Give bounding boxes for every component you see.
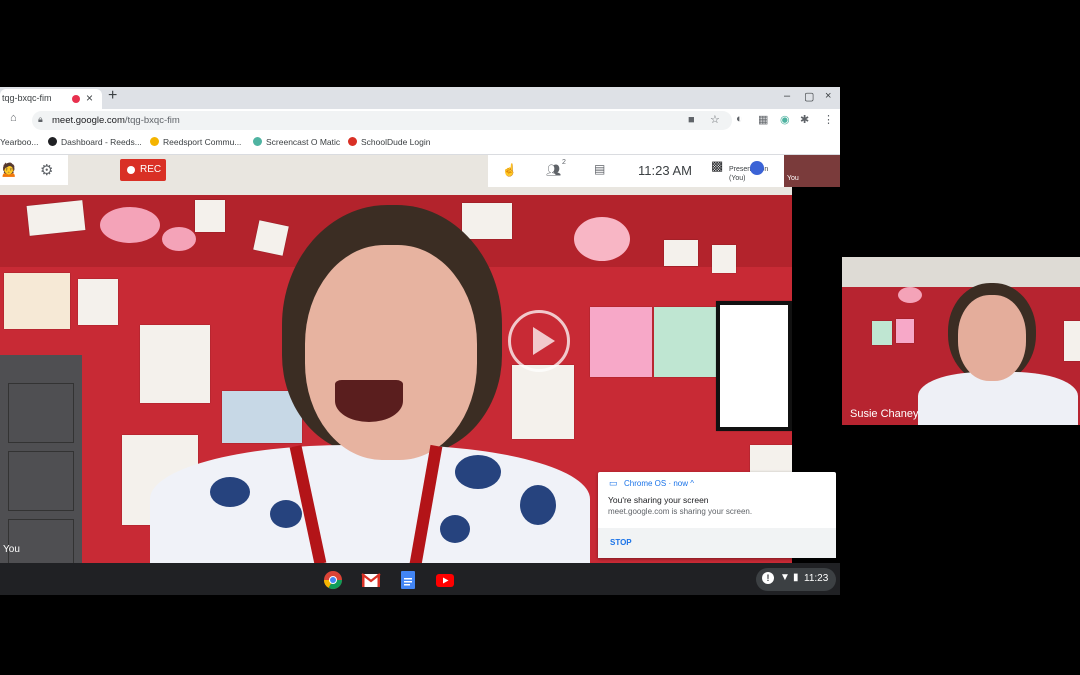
card-decoration (712, 245, 736, 273)
participant-face (958, 295, 1026, 381)
system-clock: 11:23 (804, 573, 829, 584)
grid-extension-icon[interactable]: ▦ (758, 113, 768, 126)
status-tray[interactable]: ! ▼ ▮ 11:23 (756, 568, 836, 591)
presenter-face (305, 245, 477, 460)
avatar (750, 161, 764, 175)
address-bar[interactable]: 🔒︎ meet.google.com/tqg-bxqc-fim ■ ☆ (32, 111, 732, 130)
bookmark-favicon-icon (150, 137, 159, 146)
card-decoration (26, 200, 86, 236)
chrome-icon[interactable] (323, 570, 343, 590)
tab-meet[interactable]: tqg-bxqc-fim × (0, 89, 102, 109)
new-tab-button[interactable]: + (108, 87, 117, 105)
participant-name: Susie Chaney (850, 408, 919, 420)
play-button[interactable] (508, 310, 570, 372)
extensions-puzzle-icon[interactable]: ✱ (800, 113, 809, 126)
bookmark-favicon-icon (348, 137, 357, 146)
heart-decoration (100, 207, 160, 243)
bookmark-item[interactable]: Dashboard - Reeds... (48, 137, 142, 147)
recording-indicator-icon (72, 95, 80, 103)
meet-left-controls: 🙍 ⚙ (0, 155, 68, 185)
screencast-extension-icon[interactable]: ◉ (780, 113, 790, 126)
camera-icon[interactable]: ■ (688, 114, 695, 126)
record-button[interactable]: REC (120, 159, 166, 181)
person-icon[interactable]: 🙍 (0, 161, 17, 178)
poster-decoration (716, 301, 792, 431)
bookmark-favicon-icon (253, 137, 262, 146)
menu-kebab-icon[interactable]: ⋮ (823, 113, 834, 126)
poster-decoration (512, 365, 574, 439)
participants-count: 2 (562, 159, 566, 166)
home-icon[interactable]: ⌂ (10, 112, 17, 124)
classroom-ceiling (842, 257, 1080, 287)
people-icon[interactable]: 👥︎ (546, 163, 561, 177)
card-decoration (462, 203, 512, 239)
stop-sharing-button[interactable]: STOP (610, 538, 632, 547)
filing-cabinet (0, 355, 82, 563)
notification-app: Chrome OS · now ^ (624, 479, 694, 488)
gmail-icon[interactable] (361, 570, 381, 590)
bookmarks-bar: Yearboo... Dashboard - Reeds... Reedspor… (0, 132, 840, 155)
screen-share-notification: ▭ Chrome OS · now ^ You're sharing your … (598, 472, 836, 558)
bookmark-favicon-icon (48, 137, 57, 146)
poster-decoration (4, 273, 70, 329)
self-video-label: You (3, 544, 20, 555)
poster-decoration (140, 325, 210, 403)
mini-tile-label: You (787, 175, 799, 182)
minimize-button[interactable]: – (784, 90, 790, 102)
extension-icon[interactable]: ◐ (736, 113, 743, 125)
maximize-button[interactable]: ▢ (804, 90, 814, 103)
record-dot-icon (127, 166, 135, 174)
qr-grid-icon[interactable]: ▩ (711, 158, 723, 174)
notification-body: meet.google.com is sharing your screen. (608, 507, 753, 516)
bookmark-item[interactable]: Reedsport Commu... (150, 137, 241, 147)
hand-icon[interactable]: ☝ (502, 163, 517, 177)
battery-icon: ▮ (793, 572, 799, 583)
url-path: /tqg-bxqc-fim (124, 115, 180, 126)
heart-decoration (162, 227, 196, 251)
presenter-mouth (335, 380, 403, 422)
self-mini-tile[interactable]: You (784, 155, 840, 187)
play-icon (533, 327, 555, 355)
bookmark-item[interactable]: Yearboo... (0, 137, 38, 147)
tab-title: tqg-bxqc-fim (2, 93, 52, 103)
bookmark-item[interactable]: Screencast O Matic (253, 137, 340, 147)
cast-icon: ▭ (609, 478, 618, 488)
poster-decoration (78, 279, 118, 325)
chat-icon[interactable]: ▤ (594, 162, 605, 176)
poster-decoration (750, 445, 792, 473)
heart-decoration (574, 217, 630, 261)
participant-tile[interactable]: Susie Chaney (842, 257, 1080, 425)
close-tab-button[interactable]: × (86, 91, 93, 105)
docs-icon[interactable] (398, 570, 418, 590)
bookmark-star-icon[interactable]: ☆ (710, 113, 720, 126)
record-label: REC (140, 164, 162, 175)
meet-clock: 11:23 AM (638, 163, 692, 178)
card-decoration (253, 220, 289, 256)
meet-right-controls: ☝ 👥︎ 2 ▤ 11:23 AM ▩ Presentation (You) (488, 155, 784, 187)
notification-actions: STOP (598, 528, 836, 558)
wifi-icon: ▼ (780, 572, 790, 583)
lock-icon: 🔒︎ (38, 114, 43, 124)
tab-strip: tqg-bxqc-fim × + – ▢ × (0, 87, 840, 109)
card-decoration (195, 200, 225, 232)
poster-decoration (590, 307, 652, 377)
card-decoration (664, 240, 698, 266)
close-window-button[interactable]: × (825, 90, 831, 102)
settings-gear-icon[interactable]: ⚙ (40, 161, 53, 179)
poster-decoration (654, 307, 720, 377)
chromeos-shelf: ! ▼ ▮ 11:23 (0, 565, 840, 595)
info-icon: ! (762, 572, 774, 584)
browser-toolbar: ⌂ 🔒︎ meet.google.com/tqg-bxqc-fim ■ ☆ ◐ … (0, 109, 840, 132)
youtube-icon[interactable] (435, 570, 455, 590)
url-host: meet.google.com (52, 115, 125, 126)
bookmark-item[interactable]: SchoolDude Login (348, 137, 430, 147)
notification-title: You're sharing your screen (608, 495, 709, 505)
